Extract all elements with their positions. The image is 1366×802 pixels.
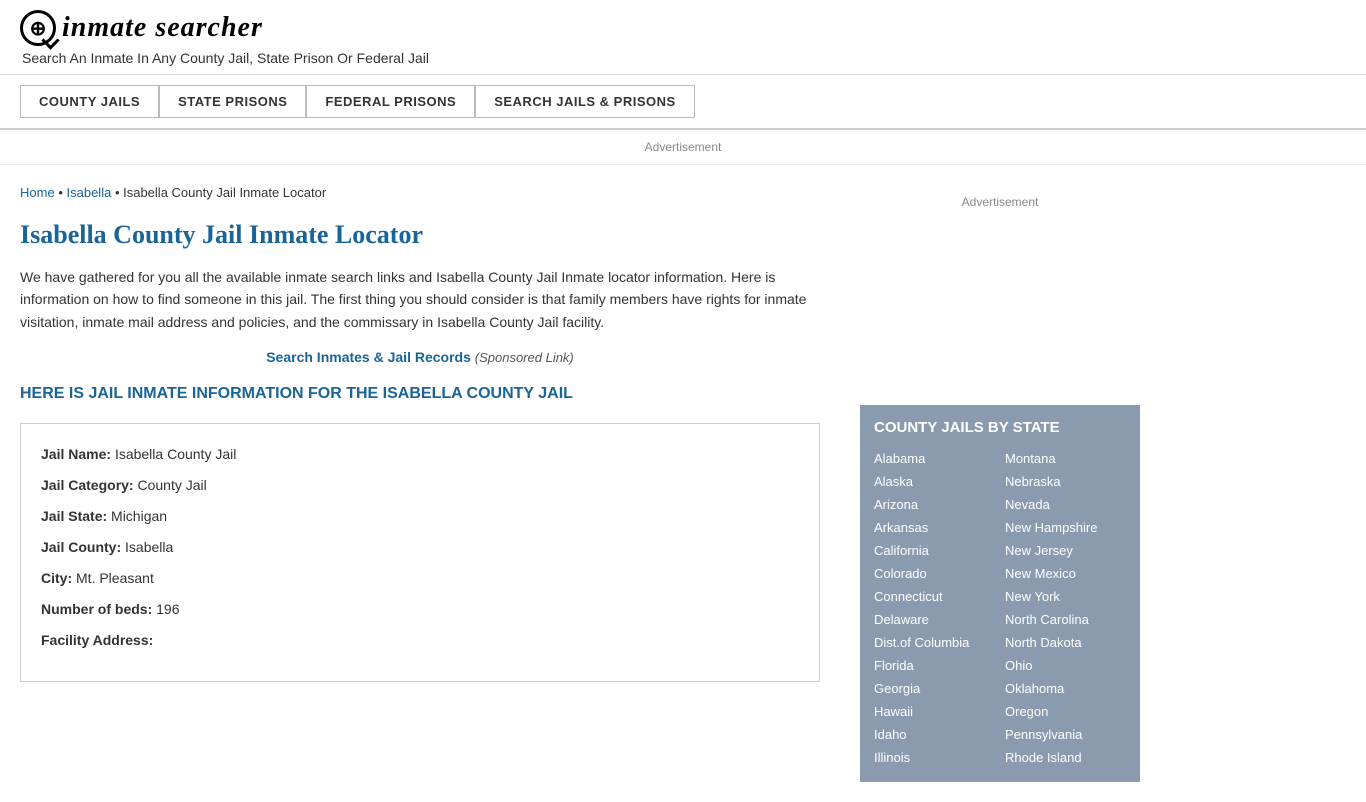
state-link-north-carolina[interactable]: North Carolina [1005,609,1126,630]
sponsored-link-area: Search Inmates & Jail Records (Sponsored… [20,349,820,365]
state-link-alaska[interactable]: Alaska [874,471,995,492]
state-link-california[interactable]: California [874,540,995,561]
logo-icon: ⊕ [20,10,56,46]
jail-name-val: Isabella County Jail [115,446,236,462]
state-link-new-jersey[interactable]: New Jersey [1005,540,1126,561]
state-link-rhode-island[interactable]: Rhode Island [1005,747,1126,768]
info-row-name: Jail Name: Isabella County Jail [41,444,799,465]
logo-area: ⊕ inmate searcher [20,10,1346,46]
state-link-delaware[interactable]: Delaware [874,609,995,630]
sidebar-ad-label: Advertisement [962,195,1039,209]
jail-info-header: HERE IS JAIL INMATE INFORMATION FOR THE … [20,385,820,403]
info-row-beds: Number of beds: 196 [41,599,799,620]
sponsored-label: (Sponsored Link) [475,350,574,365]
beds-val: 196 [156,601,179,617]
info-row-address: Facility Address: [41,630,799,651]
info-card: Jail Name: Isabella County Jail Jail Cat… [20,423,820,682]
nav-search-jails[interactable]: SEARCH JAILS & PRISONS [475,85,694,118]
state-link-georgia[interactable]: Georgia [874,678,995,699]
sidebar: Advertisement COUNTY JAILS BY STATE Alab… [840,165,1140,802]
logo-text: inmate searcher [62,12,263,44]
county-jails-box: COUNTY JAILS BY STATE Alabama Montana Alas… [860,405,1140,782]
city-label: City: [41,570,72,586]
beds-label: Number of beds: [41,601,152,617]
info-row-city: City: Mt. Pleasant [41,568,799,589]
county-jails-title: COUNTY JAILS BY STATE [874,419,1126,436]
state-link-florida[interactable]: Florida [874,655,995,676]
info-row-county: Jail County: Isabella [41,537,799,558]
main-nav: COUNTY JAILS STATE PRISONS FEDERAL PRISO… [0,75,1366,130]
state-link-arizona[interactable]: Arizona [874,494,995,515]
breadcrumb-isabella[interactable]: Isabella [67,185,112,200]
state-link-illinois[interactable]: Illinois [874,747,995,768]
main-layout: Home • Isabella • Isabella County Jail I… [0,165,1200,802]
header: ⊕ inmate searcher Search An Inmate In An… [0,0,1366,75]
state-link-new-mexico[interactable]: New Mexico [1005,563,1126,584]
states-grid: Alabama Montana Alaska Nebraska Arizona Nevad… [874,448,1126,768]
info-row-category: Jail Category: County Jail [41,475,799,496]
state-link-arkansas[interactable]: Arkansas [874,517,995,538]
nav-county-jails[interactable]: COUNTY JAILS [20,85,159,118]
state-link-nevada[interactable]: Nevada [1005,494,1126,515]
address-label: Facility Address: [41,632,153,648]
state-link-nebraska[interactable]: Nebraska [1005,471,1126,492]
state-link-oregon[interactable]: Oregon [1005,701,1126,722]
description: We have gathered for you all the availab… [20,266,820,333]
state-link-dist.of-columbia[interactable]: Dist.of Columbia [874,632,995,653]
breadcrumb-home[interactable]: Home [20,185,55,200]
state-link-hawaii[interactable]: Hawaii [874,701,995,722]
jail-state-label: Jail State: [41,508,107,524]
state-link-pennsylvania[interactable]: Pennsylvania [1005,724,1126,745]
sponsored-link[interactable]: Search Inmates & Jail Records [266,349,471,365]
tagline: Search An Inmate In Any County Jail, Sta… [22,50,1346,66]
state-link-new-hampshire[interactable]: New Hampshire [1005,517,1126,538]
state-link-idaho[interactable]: Idaho [874,724,995,745]
top-ad-bar: Advertisement [0,130,1366,165]
state-link-ohio[interactable]: Ohio [1005,655,1126,676]
content-area: Home • Isabella • Isabella County Jail I… [20,165,840,802]
city-val: Mt. Pleasant [76,570,154,586]
breadcrumb-sep2: • [115,185,123,200]
state-link-new-york[interactable]: New York [1005,586,1126,607]
jail-cat-val: County Jail [137,477,206,493]
sidebar-ad: Advertisement [860,185,1140,385]
nav-state-prisons[interactable]: STATE PRISONS [159,85,306,118]
state-link-connecticut[interactable]: Connecticut [874,586,995,607]
jail-category-label: Jail Category: [41,477,134,493]
state-link-colorado[interactable]: Colorado [874,563,995,584]
info-row-state: Jail State: Michigan [41,506,799,527]
state-link-montana[interactable]: Montana [1005,448,1126,469]
state-link-north-dakota[interactable]: North Dakota [1005,632,1126,653]
jail-county-val: Isabella [125,539,173,555]
jail-county-label: Jail County: [41,539,121,555]
breadcrumb-sep1: • [58,185,63,200]
jail-name-label: Jail Name: [41,446,111,462]
breadcrumb: Home • Isabella • Isabella County Jail I… [20,185,820,200]
state-link-alabama[interactable]: Alabama [874,448,995,469]
state-link-oklahoma[interactable]: Oklahoma [1005,678,1126,699]
page-title: Isabella County Jail Inmate Locator [20,220,820,250]
breadcrumb-current: Isabella County Jail Inmate Locator [123,185,326,200]
top-ad-label: Advertisement [645,140,722,154]
nav-federal-prisons[interactable]: FEDERAL PRISONS [306,85,475,118]
jail-state-val: Michigan [111,508,167,524]
